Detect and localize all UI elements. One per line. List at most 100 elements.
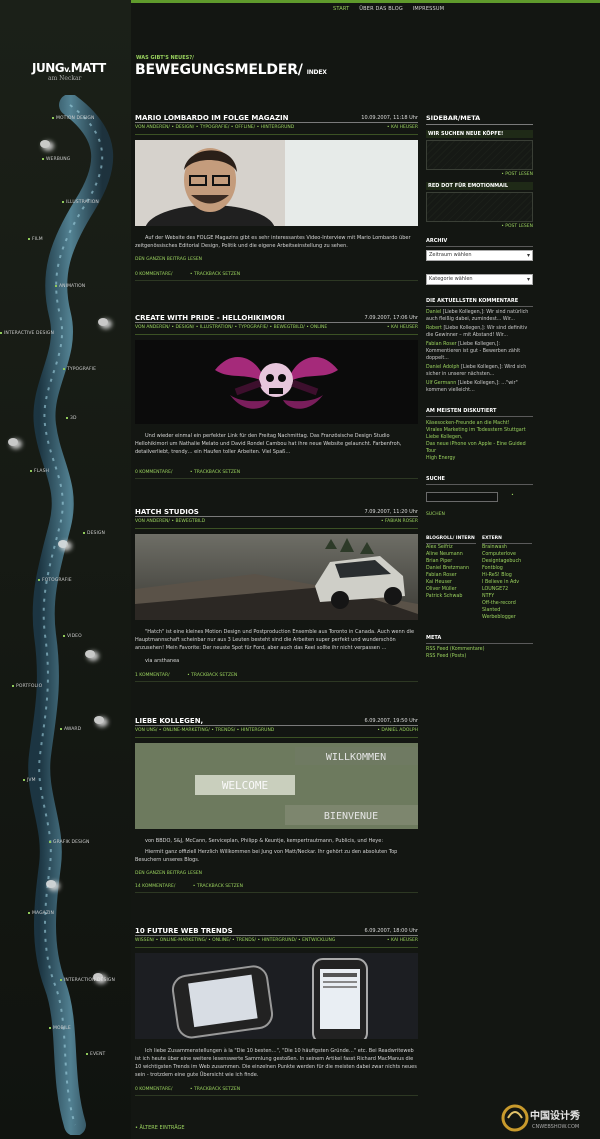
blogroll-link[interactable]: Aline Neumann [426,551,476,558]
post-author[interactable]: • KAI HEUSER [387,125,418,130]
blogroll-link[interactable]: Brainwash [482,544,532,551]
trackback-link[interactable]: • TRACKBACK SETZEN [190,1087,240,1092]
comments-link[interactable]: 14 KOMMENTARE/ [135,884,175,889]
blogroll-link[interactable]: NTFY [482,593,532,600]
comment-item[interactable]: Fabian Roser [Liebe Kollegen,]: Kommenti… [426,341,533,362]
post-title[interactable]: HATCH STUDIOS [135,508,199,516]
blogroll-link[interactable]: Patrick Schwab [426,593,476,600]
discussed-item[interactable]: Käsesocken-Freunde an die Macht! [426,420,533,427]
reddot-read-link[interactable]: • POST LESEN [426,224,533,229]
nav-start-link[interactable]: START [333,6,349,12]
comments-link[interactable]: 1 KOMMENTAR/ [135,673,170,678]
blogroll-link[interactable]: Oliver Müller [426,586,476,593]
blogroll-link[interactable]: Alex Seifriz [426,544,476,551]
blogroll-link[interactable]: Computerlove [482,551,532,558]
nav-interactive-design[interactable]: INTERACTIVE DESIGN [0,331,54,336]
blogroll-link[interactable]: Off-the-record [482,600,532,607]
blogroll-link[interactable]: Werbeblogger [482,614,532,621]
nav-design[interactable]: DESIGN [83,531,105,536]
rss-posts-link[interactable]: RSS Feed (Posts) [426,653,533,660]
nav-flash[interactable]: FLASH [30,469,49,474]
nav-interaction-design[interactable]: INTERACTION DESIGN [60,978,115,983]
post: CREATE WITH PRIDE - HELLOHIKIMORI 7.09.2… [135,308,418,479]
post-title[interactable]: LIEBE KOLLEGEN, [135,717,203,725]
jobs-teaser-box[interactable] [426,140,533,170]
comments-link[interactable]: 0 KOMMENTARE/ [135,1087,172,1092]
blogroll-link[interactable]: Kai Heuser [426,579,476,586]
trackback-link[interactable]: • TRACKBACK SETZEN [187,673,237,678]
post-meta: VON UNS/ • ONLINE-MARKETING/ • TRENDS/ •… [135,728,418,738]
blogroll-link[interactable]: Slanted [482,607,532,614]
post-title[interactable]: 10 FUTURE WEB TRENDS [135,927,233,935]
nav-event[interactable]: EVENT [86,1052,105,1057]
post-author[interactable]: • DANIEL ADOLPH [377,728,418,733]
nav-magazin[interactable]: MAGAZIN [28,911,54,916]
nav-animation[interactable]: ANIMATION [55,284,85,289]
trackback-link[interactable]: • TRACKBACK SETZEN [190,272,240,277]
post-categories[interactable]: VON ANDEREN/ • BEWEGTBILD [135,519,205,524]
discussed-item[interactable]: Liebe Kollegen, [426,434,533,441]
comment-item[interactable]: Ulf Germann [Liebe Kollegen,]: …"wir" ko… [426,380,533,394]
post-categories[interactable]: VON ANDEREN/ • DESIGN/ • ILLUSTRATION/ •… [135,325,327,330]
left-navigation-panel: JUNGv.MATT am Neckar MOTION DESIGN WERBU… [0,0,131,1139]
nav-jvm[interactable]: JVM [23,778,36,783]
post-author[interactable]: • KAI HEUSER [387,938,418,943]
archive-select[interactable]: Zeitraum wählen [426,250,533,261]
blogroll-link[interactable]: LOUNGE72 [482,586,532,593]
blogroll-link[interactable]: Hi-ReS! Blog [482,572,532,579]
post-title[interactable]: CREATE WITH PRIDE - HELLOHIKIMORI [135,314,285,322]
discussed-item[interactable]: Virales Marketing im Todesstern Stuttgar… [426,427,533,434]
post-title[interactable]: MARIO LOMBARDO IM FOLGE MAGAZIN [135,114,288,122]
comment-item[interactable]: Robert [Liebe Kollegen,]: Wir sind defin… [426,325,533,339]
post-header: MARIO LOMBARDO IM FOLGE MAGAZIN 10.09.20… [135,108,418,123]
comment-item[interactable]: Daniel Adolph [Liebe Kollegen,]: Wird si… [426,364,533,378]
nav-award[interactable]: AWARD [60,727,81,732]
blogroll-link[interactable]: Daniel Bretzmann [426,565,476,572]
post-header: CREATE WITH PRIDE - HELLOHIKIMORI 7.09.2… [135,308,418,323]
nav-film[interactable]: FILM [28,237,43,242]
comment-item[interactable]: Daniel [Liebe Kollegen,]: Wir sind natür… [426,309,533,323]
blogroll-link[interactable]: I Believe in Adv [482,579,532,586]
nav-about-link[interactable]: ÜBER DAS BLOG [359,6,403,12]
nav-portfolio[interactable]: PORTFOLIO [12,684,42,689]
nav-grafik-design[interactable]: GRAFIK DESIGN [49,840,89,845]
category-select[interactable]: Kategorie wählen [426,274,533,285]
older-entries-link[interactable]: • ÄLTERE EINTRÄGE [135,1125,185,1131]
search-input[interactable] [426,492,498,502]
post-author[interactable]: • FABIAN ROSER [381,519,418,524]
nav-illustration[interactable]: ILLUSTRATION [62,200,99,205]
nav-3d[interactable]: 3D [66,416,77,421]
watermark-cn: 中国设计秀 [530,1109,580,1122]
cloud-decoration [8,438,18,446]
post-categories[interactable]: VON ANDEREN/ • DESIGN/ • TYPOGRAFIE/ • O… [135,125,294,130]
reddot-teaser-box[interactable] [426,192,533,222]
post-categories[interactable]: WISSEN/ • ONLINE-MARKETING/ • ONLINE/ • … [135,938,335,943]
blogroll-link[interactable]: Fabian Roser [426,572,476,579]
read-more-link[interactable]: DEN GANZEN BEITRAG LESEN [135,257,418,262]
trackback-link[interactable]: • TRACKBACK SETZEN [190,470,240,475]
comments-link[interactable]: 0 KOMMENTARE/ [135,272,172,277]
nav-imprint-link[interactable]: IMPRESSUM [413,6,445,12]
nav-motion-design[interactable]: MOTION DESIGN [52,116,94,121]
nav-video[interactable]: VIDEO [63,634,82,639]
trackback-link[interactable]: • TRACKBACK SETZEN [193,884,243,889]
nav-fotografie[interactable]: FOTOGRAFIE [38,578,72,583]
blogroll-link[interactable]: Fontblog [482,565,532,572]
post-categories[interactable]: VON UNS/ • ONLINE-MARKETING/ • TRENDS/ •… [135,728,274,733]
post-author[interactable]: • KAI HEUSER [387,325,418,330]
nav-werbung[interactable]: WERBUNG [42,157,70,162]
rss-comments-link[interactable]: RSS Feed (Kommentare) [426,646,533,653]
discussed-item[interactable]: Das neue iPhone von Apple - Eine Guided … [426,441,533,455]
site-logo[interactable]: JUNGv.MATT [32,61,106,75]
post: MARIO LOMBARDO IM FOLGE MAGAZIN 10.09.20… [135,108,418,281]
comments-link[interactable]: 0 KOMMENTARE/ [135,470,172,475]
nav-typografie[interactable]: TYPOGRAFIE [63,367,96,372]
discussed-item[interactable]: High Energy [426,455,533,462]
read-more-link[interactable]: DEN GANZEN BEITRAG LESEN [135,871,418,876]
blogroll-link[interactable]: Designtagebuch [482,558,532,565]
jobs-read-link[interactable]: • POST LESEN [426,172,533,177]
blogroll-link[interactable]: Brian Piper [426,558,476,565]
cloud-decoration [40,140,50,148]
nav-mobile[interactable]: MOBILE [49,1026,71,1031]
post-image-iphones [135,953,418,1044]
